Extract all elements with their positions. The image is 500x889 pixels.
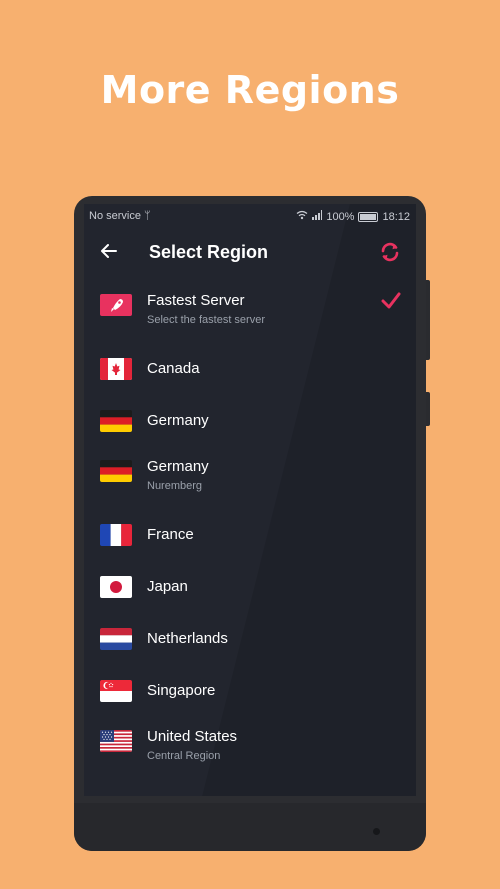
region-item-netherlands[interactable]: Netherlands [84,614,416,666]
back-arrow-icon[interactable] [98,240,122,264]
signal-icon [312,210,323,223]
region-name: United States [147,728,238,745]
volume-button [426,280,430,360]
checkmark-icon [380,290,402,318]
france-flag-icon [100,524,132,546]
region-item-singapore[interactable]: Singapore [84,666,416,718]
phone-bottom-bezel [74,803,426,851]
status-right: 100% 18:12 [296,210,410,223]
rocket-icon [100,294,132,316]
region-subtitle: Select the fastest server [147,314,265,326]
united-states-flag-icon [100,730,132,752]
region-name: Netherlands [147,630,228,647]
region-name: Canada [147,360,200,377]
region-subtitle: Central Region [147,750,221,762]
singapore-flag-icon [100,680,132,702]
usb-icon: ᛘ [144,210,151,222]
battery-icon [358,211,379,222]
phone-frame: No service ᛘ 100% 18:12 Select Region Fa… [74,196,426,851]
netherlands-flag-icon [100,628,132,650]
home-button[interactable] [373,828,380,835]
clock: 18:12 [382,210,410,223]
region-item-fastest-server[interactable]: Fastest Server Select the fastest server [84,282,416,344]
germany-flag-icon [100,410,132,432]
region-item-france[interactable]: France [84,510,416,562]
headline: More Regions [100,68,400,112]
region-name: France [147,526,194,543]
carrier-status: No service ᛘ [89,210,151,222]
power-button [426,392,430,426]
canada-flag-icon [100,358,132,380]
region-subtitle: Nuremberg [147,480,203,492]
region-name: Germany [147,412,209,429]
region-item-united-states[interactable]: United States Central Region [84,718,416,780]
refresh-icon[interactable] [378,240,402,264]
app-screen: No service ᛘ 100% 18:12 Select Region Fa… [84,204,416,796]
app-bar: Select Region [84,234,416,274]
region-name: Singapore [147,682,216,699]
wifi-icon [296,210,308,223]
battery-percent: 100% [326,210,355,223]
region-item-germany[interactable]: Germany [84,396,416,448]
page-title: Select Region [149,242,269,262]
region-item-germany-nuremberg[interactable]: Germany Nuremberg [84,448,416,510]
region-item-canada[interactable]: Canada [84,344,416,396]
region-item-japan[interactable]: Japan [84,562,416,614]
region-list: Fastest Server Select the fastest server… [84,282,416,780]
status-bar: No service ᛘ 100% 18:12 [84,204,416,228]
region-name: Fastest Server [147,292,245,309]
region-name: Germany [147,458,209,475]
germany-flag-icon [100,460,132,482]
region-name: Japan [147,578,188,595]
japan-flag-icon [100,576,132,598]
